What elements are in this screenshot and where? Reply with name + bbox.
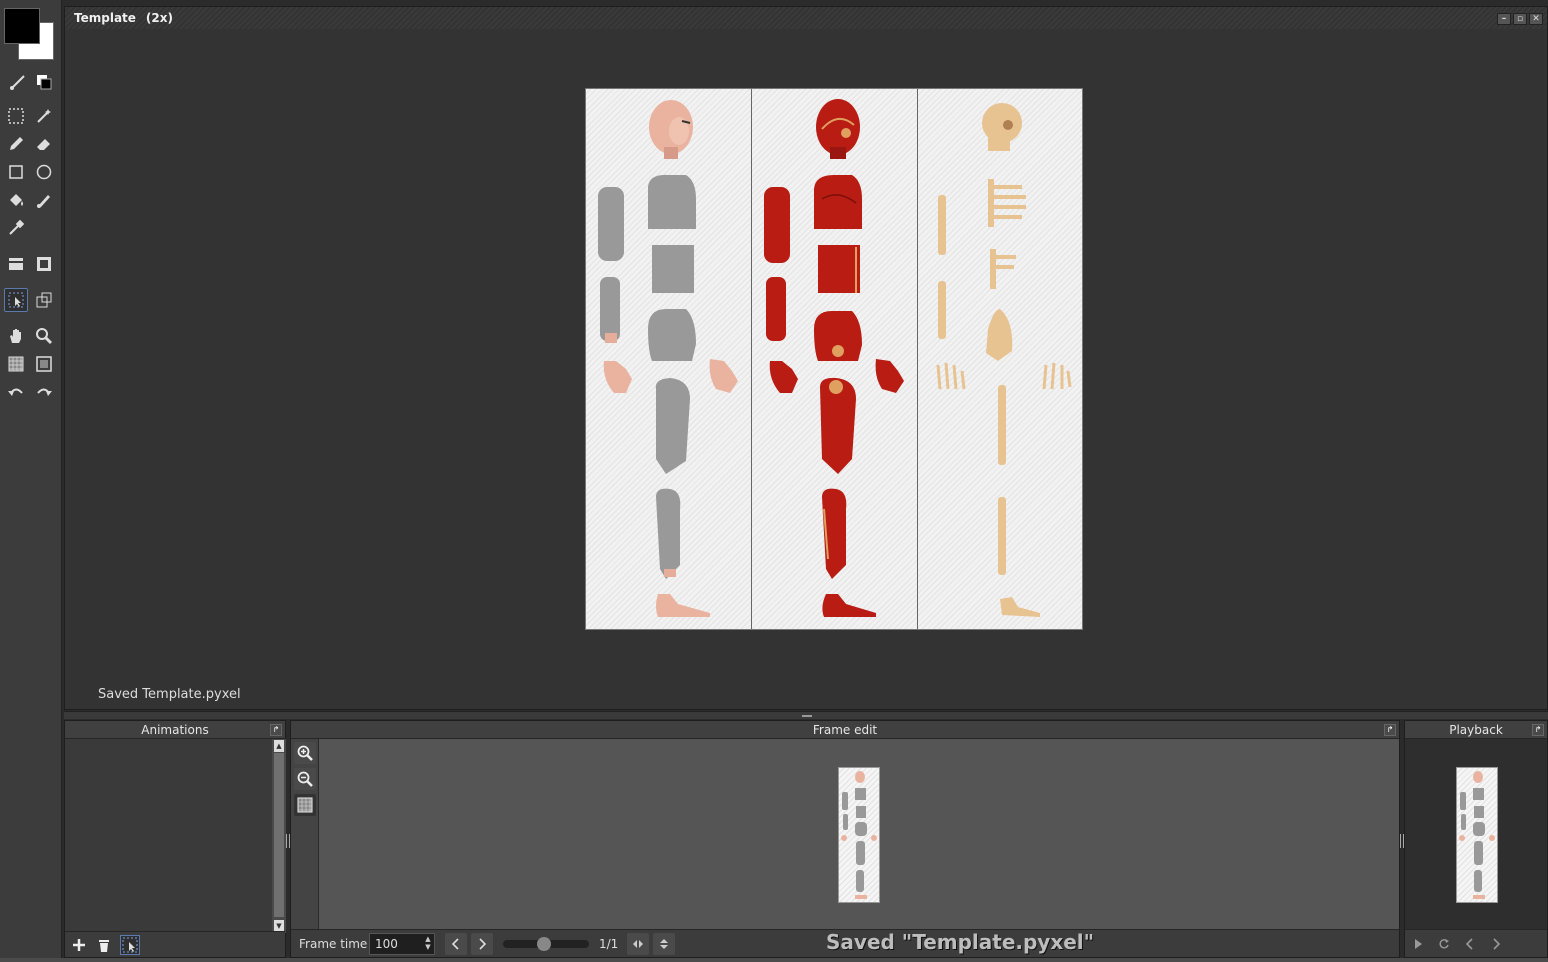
animations-panel-title: Animations bbox=[141, 723, 209, 737]
playback-footer bbox=[1405, 929, 1547, 957]
grid-toggle-icon[interactable] bbox=[4, 352, 28, 376]
sprite-sheet[interactable] bbox=[585, 88, 1083, 630]
play-icon[interactable] bbox=[1407, 933, 1429, 955]
close-button[interactable]: ✕ bbox=[1529, 13, 1543, 25]
status-text: Saved Template.pyxel bbox=[98, 687, 241, 702]
frame-edit-panel-title: Frame edit bbox=[812, 723, 878, 737]
frame-slider-knob[interactable] bbox=[537, 937, 551, 951]
frame-edit-panel-header: Frame edit ↱ bbox=[291, 721, 1399, 739]
undock-icon[interactable]: ↱ bbox=[270, 724, 282, 736]
animation-list-scrollbar[interactable]: ▲ ▼ bbox=[272, 739, 286, 933]
onion-skin-icon[interactable] bbox=[294, 794, 316, 816]
scroll-up-icon[interactable]: ▲ bbox=[274, 740, 284, 752]
magic-wand-icon[interactable] bbox=[32, 104, 56, 128]
eraser-icon[interactable] bbox=[32, 132, 56, 156]
animations-panel-header: Animations ↱ bbox=[65, 721, 285, 739]
hand-icon[interactable] bbox=[4, 324, 28, 348]
canvas-titlebar[interactable]: Template (2x) – ▫ ✕ bbox=[65, 7, 1547, 29]
saved-notification: Saved "Template.pyxel" bbox=[826, 930, 1095, 954]
muscle-body-parts bbox=[764, 99, 904, 617]
playback-panel-header: Playback ↱ bbox=[1405, 721, 1547, 739]
frame-edit-footer: Frame time ▲▼ 1/1 Saved "Template.pyxel" bbox=[291, 929, 1399, 957]
tile-mode-2-icon[interactable] bbox=[32, 252, 56, 276]
frame-time-spinner-icon[interactable]: ▲ ▼ bbox=[423, 935, 433, 953]
swap-colors-icon[interactable] bbox=[32, 70, 56, 94]
undo-icon[interactable] bbox=[4, 380, 28, 404]
restore-button[interactable]: ▫ bbox=[1513, 13, 1527, 25]
tile-mode-1-icon[interactable] bbox=[4, 252, 28, 276]
minimize-button[interactable]: – bbox=[1497, 13, 1511, 25]
select-rect-icon[interactable] bbox=[4, 104, 28, 128]
loop-icon[interactable] bbox=[1433, 933, 1455, 955]
playback-panel-title: Playback bbox=[1449, 723, 1503, 737]
pencil-icon[interactable] bbox=[4, 132, 28, 156]
frame-time-label: Frame time bbox=[299, 937, 368, 951]
frame-counter: 1/1 bbox=[599, 937, 619, 951]
undock-icon[interactable]: ↱ bbox=[1384, 724, 1396, 736]
add-animation-button[interactable] bbox=[69, 935, 89, 955]
undock-icon[interactable]: ↱ bbox=[1532, 724, 1544, 736]
select-cursor-icon[interactable] bbox=[4, 288, 28, 312]
zoom-level: (2x) bbox=[145, 11, 173, 25]
select-frames-button[interactable] bbox=[120, 935, 140, 955]
skeleton-body-parts bbox=[936, 103, 1072, 617]
fill-bucket-icon[interactable] bbox=[4, 188, 28, 212]
frame-slider[interactable] bbox=[503, 937, 589, 951]
flip-horizontal-icon[interactable] bbox=[627, 933, 649, 955]
frame-thumbnail-preview bbox=[841, 771, 877, 899]
window-bottom-edge bbox=[0, 958, 1548, 962]
delete-animation-button[interactable] bbox=[94, 935, 114, 955]
skin-body-parts bbox=[598, 100, 738, 617]
frame-edit-side-toolbar bbox=[291, 739, 319, 931]
splitter-grip-icon[interactable] bbox=[802, 715, 812, 717]
ellipse-icon[interactable] bbox=[32, 160, 56, 184]
frame-thumbnail[interactable] bbox=[838, 767, 880, 903]
zoom-out-icon[interactable] bbox=[294, 768, 316, 790]
rectangle-icon[interactable] bbox=[4, 160, 28, 184]
color-picker-icon[interactable] bbox=[4, 216, 28, 240]
frame-toggle-icon[interactable] bbox=[32, 352, 56, 376]
flip-vertical-icon[interactable] bbox=[653, 933, 675, 955]
scroll-thumb[interactable] bbox=[274, 753, 284, 917]
brush-icon[interactable] bbox=[32, 188, 56, 212]
line-tool-icon[interactable] bbox=[6, 70, 30, 94]
horizontal-splitter[interactable] bbox=[64, 711, 1548, 719]
zoom-in-icon[interactable] bbox=[294, 742, 316, 764]
playback-panel: Playback ↱ bbox=[1404, 720, 1548, 958]
drawing-canvas[interactable]: Saved Template.pyxel bbox=[68, 29, 1544, 709]
animations-panel: Animations ↱ ▲ ▼ bbox=[64, 720, 286, 958]
animation-list[interactable] bbox=[65, 739, 272, 929]
playback-preview bbox=[1456, 767, 1498, 903]
frame-edit-panel: Frame edit ↱ Frame time 100 ▲ ▼ 1/1 Save… bbox=[290, 720, 1400, 958]
playback-next-icon[interactable] bbox=[1485, 933, 1507, 955]
playback-previous-icon[interactable] bbox=[1459, 933, 1481, 955]
playback-preview-area bbox=[1405, 739, 1547, 931]
canvas-window: Template (2x) – ▫ ✕ Saved Template.pyxel bbox=[64, 6, 1548, 710]
tool-bar bbox=[0, 0, 62, 962]
document-title: Template bbox=[74, 11, 136, 25]
previous-frame-button[interactable] bbox=[445, 933, 467, 955]
playback-preview-image bbox=[1459, 771, 1495, 899]
primary-color-swatch[interactable] bbox=[4, 8, 40, 44]
zoom-icon[interactable] bbox=[32, 324, 56, 348]
next-frame-button[interactable] bbox=[471, 933, 493, 955]
transform-icon[interactable] bbox=[32, 288, 56, 312]
animations-footer bbox=[65, 931, 285, 957]
frame-edit-area[interactable] bbox=[319, 739, 1399, 931]
redo-icon[interactable] bbox=[32, 380, 56, 404]
